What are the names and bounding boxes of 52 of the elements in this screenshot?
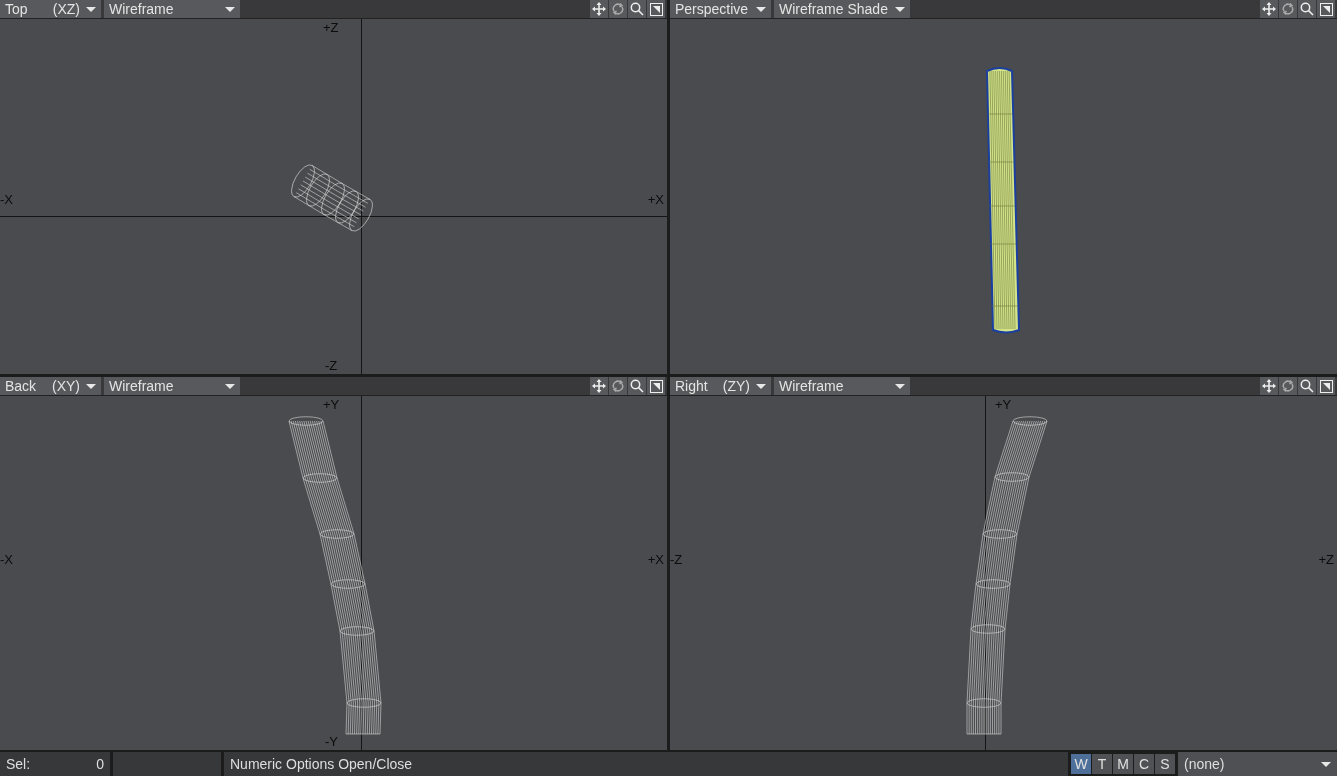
move-icon[interactable] bbox=[1262, 2, 1276, 16]
mode-button[interactable]: T bbox=[1092, 754, 1112, 774]
axis-label: +X bbox=[647, 192, 664, 207]
caret-icon bbox=[225, 6, 235, 12]
caret-icon bbox=[86, 6, 96, 12]
move-icon[interactable] bbox=[592, 379, 606, 393]
maximize-icon[interactable] bbox=[649, 2, 663, 16]
render-mode-dropdown[interactable]: Wireframe bbox=[774, 377, 910, 395]
caret-icon bbox=[756, 6, 766, 12]
status-message: Numeric Options Open/Close bbox=[224, 752, 1068, 776]
rotate-icon[interactable] bbox=[1281, 379, 1295, 393]
mode-button[interactable]: M bbox=[1113, 754, 1133, 774]
mode-button[interactable]: S bbox=[1155, 754, 1175, 774]
zoom-icon[interactable] bbox=[1300, 379, 1314, 393]
rotate-icon[interactable] bbox=[611, 2, 625, 16]
view-dropdown[interactable]: Right (ZY) bbox=[670, 377, 771, 395]
mode-button[interactable]: W bbox=[1071, 754, 1091, 774]
axis-label: +Z bbox=[323, 20, 339, 35]
axis-label: -X bbox=[0, 552, 13, 567]
move-icon[interactable] bbox=[592, 2, 606, 16]
maximize-icon[interactable] bbox=[1319, 2, 1333, 16]
zoom-icon[interactable] bbox=[1300, 2, 1314, 16]
move-icon[interactable] bbox=[1262, 379, 1276, 393]
selection-count-field: Sel: 0 bbox=[0, 752, 110, 776]
axis-label: -Z bbox=[325, 358, 338, 373]
maximize-icon[interactable] bbox=[649, 379, 663, 393]
axis-label: +Y bbox=[995, 397, 1012, 412]
caret-icon bbox=[756, 383, 766, 389]
axis-label: -Y bbox=[325, 734, 338, 749]
maximize-icon[interactable] bbox=[1319, 379, 1333, 393]
zoom-icon[interactable] bbox=[630, 379, 644, 393]
caret-icon bbox=[1321, 761, 1331, 767]
mode-button[interactable]: C bbox=[1134, 754, 1154, 774]
rotate-icon[interactable] bbox=[611, 379, 625, 393]
render-mode-dropdown[interactable]: Wireframe Shade bbox=[774, 0, 910, 18]
axis-label: +Z bbox=[1318, 552, 1334, 567]
caret-icon bbox=[895, 6, 905, 12]
caret-icon bbox=[225, 383, 235, 389]
axis-label: +Y bbox=[323, 397, 340, 412]
rotate-icon[interactable] bbox=[1281, 2, 1295, 16]
axis-label: -Z bbox=[670, 552, 683, 567]
view-dropdown[interactable]: Top (XZ) bbox=[0, 0, 101, 18]
render-mode-dropdown[interactable]: Wireframe bbox=[104, 377, 240, 395]
view-dropdown[interactable]: Back (XY) bbox=[0, 377, 101, 395]
caret-icon bbox=[895, 383, 905, 389]
render-mode-dropdown[interactable]: Wireframe bbox=[104, 0, 240, 18]
axis-label: -X bbox=[0, 192, 13, 207]
view-dropdown[interactable]: Perspective bbox=[670, 0, 771, 18]
axis-label: +X bbox=[647, 552, 664, 567]
zoom-icon[interactable] bbox=[630, 2, 644, 16]
layer-dropdown[interactable]: (none) bbox=[1178, 752, 1337, 776]
caret-icon bbox=[86, 383, 96, 389]
